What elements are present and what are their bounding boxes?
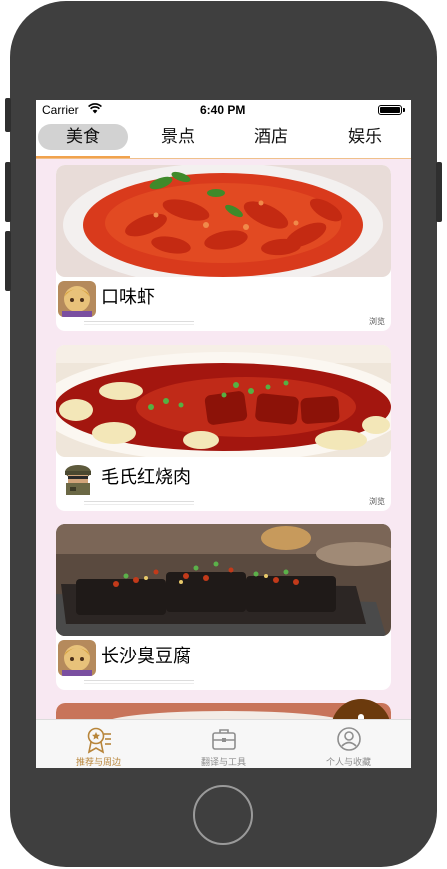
divider: [84, 501, 194, 502]
home-button[interactable]: [193, 785, 253, 845]
divider: [84, 683, 194, 684]
tab-hotels-label: 酒店: [254, 127, 288, 147]
stinky-tofu-dish-photo: [56, 524, 391, 636]
wifi-icon: [88, 103, 102, 114]
tab-attractions[interactable]: 景点: [133, 124, 223, 150]
food-card[interactable]: 口味虾 浏览: [56, 165, 391, 331]
divider: [84, 321, 194, 322]
power-button: [436, 162, 442, 222]
food-feed: 口味虾 浏览 毛氏红烧肉 浏览 长沙臭豆腐: [36, 159, 411, 768]
cartoon-avatar: [58, 640, 96, 676]
clock: 6:40 PM: [200, 103, 246, 117]
food-card[interactable]: 毛氏红烧肉 浏览: [56, 345, 391, 511]
badge-icon: [87, 727, 111, 754]
tab-entertainment-label: 娱乐: [348, 127, 382, 147]
tab-entertainment[interactable]: 娱乐: [320, 124, 410, 150]
active-tab-indicator: [36, 156, 130, 158]
braised-pork-dish-photo: [56, 345, 391, 457]
user-circle-icon: [337, 727, 361, 751]
mute-switch: [5, 98, 11, 132]
category-tab-bar: 美食 景点 酒店 娱乐: [36, 120, 411, 159]
browse-label[interactable]: 浏览: [369, 496, 385, 507]
soldier-avatar: [58, 461, 96, 497]
food-card-title: 毛氏红烧肉: [101, 467, 191, 488]
briefcase-icon: [212, 729, 236, 750]
status-bar: Carrier 6:40 PM: [36, 100, 411, 120]
divider: [84, 680, 194, 681]
tab-recommend-nearby[interactable]: 推荐与周边: [36, 720, 161, 768]
tab-profile-favorites[interactable]: 个人与收藏: [286, 720, 411, 768]
tab-profile-favorites-label: 个人与收藏: [325, 758, 371, 768]
cartoon-avatar: [58, 281, 96, 317]
food-card-title: 口味虾: [101, 287, 155, 308]
browse-label[interactable]: 浏览: [369, 316, 385, 327]
tab-food-label: 美食: [66, 127, 100, 147]
tab-translate-tools-label: 翻译与工具: [200, 758, 246, 768]
tab-hotels[interactable]: 酒店: [226, 124, 316, 150]
food-card-title: 长沙臭豆腐: [101, 646, 191, 667]
tab-food[interactable]: 美食: [38, 124, 128, 150]
tab-translate-tools[interactable]: 翻译与工具: [161, 720, 286, 768]
divider: [84, 324, 194, 325]
app-screen: Carrier 6:40 PM 美食 景点 酒店 娱乐 口味虾 浏览 毛氏红烧肉…: [36, 100, 411, 768]
volume-down-button: [5, 231, 11, 291]
carrier-label: Carrier: [42, 103, 79, 117]
food-card[interactable]: 长沙臭豆腐: [56, 524, 391, 690]
tab-recommend-nearby-label: 推荐与周边: [75, 758, 121, 768]
divider: [84, 504, 194, 505]
battery-icon: [378, 105, 402, 115]
bottom-tab-bar: 推荐与周边 翻译与工具 个人与收藏: [36, 719, 411, 768]
crayfish-dish-photo: [56, 165, 391, 277]
tab-attractions-label: 景点: [161, 127, 195, 147]
volume-up-button: [5, 162, 11, 222]
